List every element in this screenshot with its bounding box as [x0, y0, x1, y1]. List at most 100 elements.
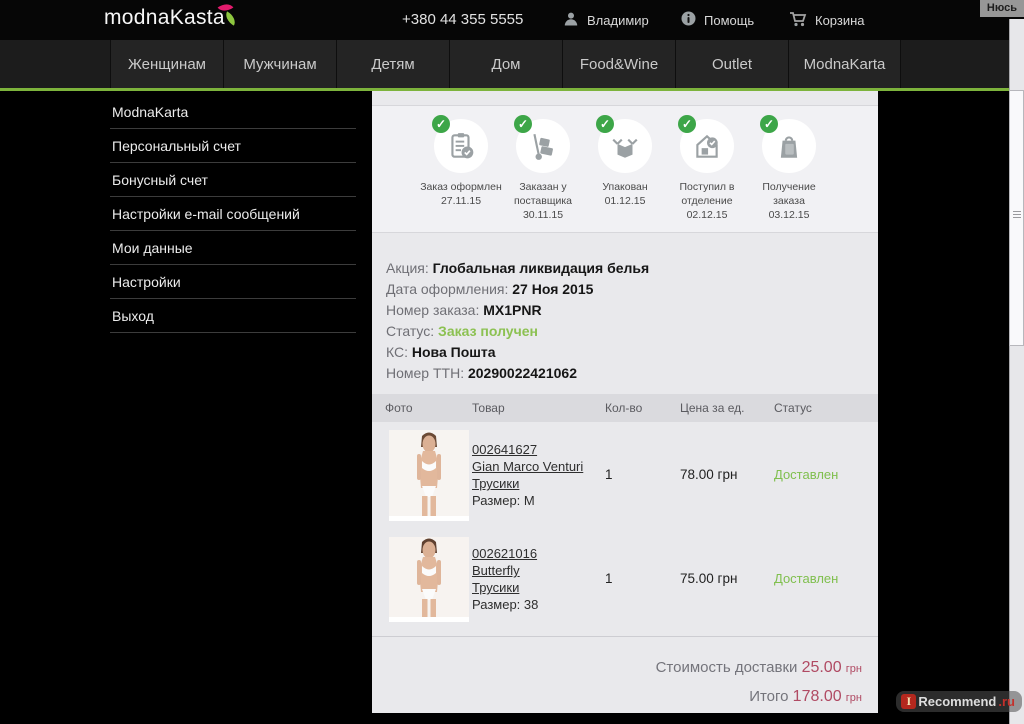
carrier-value: Нова Пошта — [411, 343, 496, 360]
help-menu[interactable]: Помощь — [681, 0, 754, 40]
order-details: Акция: Глобальная ликвидация белья Дата … — [372, 233, 878, 381]
grand-total-value: 178.00 — [792, 687, 842, 705]
sidebar-item-modnakarta[interactable]: ModnaKarta — [110, 95, 356, 129]
order-note-icon: ✓ — [432, 115, 488, 173]
step-date: 02.12.15 — [686, 209, 728, 222]
ttn-label: Номер ТТН: — [386, 364, 465, 381]
product-size: Размер: M — [472, 493, 535, 509]
account-sidebar: ModnaKarta Персональный счет Бонусный сч… — [110, 95, 356, 333]
shopping-bag-icon: ✓ — [760, 115, 816, 173]
watermark-icon: I — [901, 694, 917, 709]
product-sku-link[interactable]: 002621016 — [472, 546, 597, 561]
order-progress-tracker: ✓ Заказ оформлен 27.11.15 ✓ Заказан у по… — [372, 105, 878, 233]
items-table-header: Фото Товар Кол-во Цена за ед. Статус — [372, 393, 878, 422]
status-label: Статус: — [386, 322, 435, 339]
step-date: 30.11.15 — [522, 209, 564, 222]
tracker-step-ordered-from-supplier: ✓ Заказан у поставщика 30.11.15 — [502, 115, 584, 223]
product-status: Доставлен — [774, 467, 839, 483]
order-date-label: Дата оформления: — [386, 280, 509, 297]
product-photo[interactable] — [389, 536, 469, 622]
sidebar-item-logout[interactable]: Выход — [110, 299, 356, 333]
product-qty: 1 — [605, 571, 613, 587]
step-check-icon: ✓ — [760, 115, 778, 133]
info-icon — [681, 11, 696, 29]
tracker-step-packed: ✓ Упакован 01.12.15 — [584, 115, 666, 223]
order-number-value: MX1PNR — [483, 301, 542, 318]
step-title: Заказ оформлен — [420, 181, 502, 193]
ttn-value: 20290022421062 — [467, 364, 577, 381]
tracker-step-arrived-at-branch: ✓ Поступил в отделение 02.12.15 — [666, 115, 748, 223]
col-price: Цена за ед. — [680, 400, 745, 415]
status-value: Заказ получен — [438, 322, 538, 339]
step-title: Заказан у поставщика — [513, 181, 573, 208]
tracker-step-pickup: ✓ Получение заказа 03.12.15 — [748, 115, 830, 223]
delivery-cost-label: Стоимость доставки — [655, 658, 798, 676]
product-sku-link[interactable]: 002641627 — [472, 442, 597, 457]
user-menu[interactable]: Владимир — [563, 0, 649, 40]
cart-label: Корзина — [815, 12, 865, 28]
warehouse-check-icon: ✓ — [678, 115, 734, 173]
sidebar-item-bonus-account[interactable]: Бонусный счет — [110, 163, 356, 197]
step-date: 27.11.15 — [440, 195, 482, 208]
help-label: Помощь — [704, 12, 755, 28]
order-totals: Стоимость доставки 25.00 грн Итого 178.0… — [372, 635, 878, 706]
logo[interactable]: modnaKasta — [104, 6, 225, 30]
product-brand-link[interactable]: Butterfly — [472, 563, 597, 578]
step-date: 01.12.15 — [604, 195, 646, 208]
grand-total-label: Итого — [749, 687, 789, 705]
step-title: Получение заказа — [762, 181, 816, 208]
product-name-link[interactable]: Трусики — [472, 476, 597, 491]
user-icon — [563, 11, 579, 30]
col-photo: Фото — [385, 400, 413, 415]
step-check-icon: ✓ — [432, 115, 450, 133]
product-qty: 1 — [605, 467, 613, 483]
product-photo[interactable] — [389, 429, 469, 521]
open-box-icon: ✓ — [596, 115, 652, 173]
watermark: I Recommend .ru — [896, 691, 1022, 712]
nav-item-home[interactable]: Дом — [449, 40, 562, 88]
watermark-tld: .ru — [998, 694, 1015, 709]
sidebar-item-my-data[interactable]: Мои данные — [110, 231, 356, 265]
order-date-value: 27 Ноя 2015 — [512, 280, 594, 297]
nav-item-men[interactable]: Мужчинам — [223, 40, 336, 88]
col-status: Статус — [774, 400, 812, 415]
watermark-name: Recommend — [918, 694, 997, 709]
nav-item-foodwine[interactable]: Food&Wine — [562, 40, 675, 88]
table-row: 002621016 Butterfly Трусики Размер: 38 1… — [372, 529, 878, 630]
user-name: Владимир — [587, 12, 649, 28]
nav-item-outlet[interactable]: Outlet — [675, 40, 788, 88]
cart-menu[interactable]: Корзина — [789, 0, 865, 40]
product-brand-link[interactable]: Gian Marco Venturi — [472, 459, 597, 474]
top-bar: modnaKasta +380 44 355 5555 Владимир Пом… — [0, 0, 1024, 40]
step-check-icon: ✓ — [678, 115, 696, 133]
nav-item-modnakarta[interactable]: ModnaKarta — [788, 40, 901, 88]
scrollbar-grip-icon — [1013, 211, 1021, 220]
sidebar-item-settings[interactable]: Настройки — [110, 265, 356, 299]
grand-total-currency: грн — [845, 691, 862, 704]
table-row: 002641627 Gian Marco Venturi Трусики Раз… — [372, 422, 878, 529]
step-title: Упакован — [602, 181, 648, 193]
step-date: 03.12.15 — [768, 209, 810, 222]
step-check-icon: ✓ — [596, 115, 614, 133]
carrier-label: КС: — [386, 343, 408, 360]
order-panel: ✓ Заказ оформлен 27.11.15 ✓ Заказан у по… — [372, 91, 878, 713]
sidebar-item-personal-account[interactable]: Персональный счет — [110, 129, 356, 163]
sidebar-item-email-settings[interactable]: Настройки e-mail сообщений — [110, 197, 356, 231]
handtruck-icon: ✓ — [514, 115, 570, 173]
scrollbar-thumb[interactable] — [1009, 90, 1024, 346]
delivery-cost-currency: грн — [845, 662, 862, 675]
step-title: Поступил в отделение — [679, 181, 735, 208]
nav-item-women[interactable]: Женщинам — [110, 40, 223, 88]
col-product: Товар — [472, 400, 505, 415]
promo-value: Глобальная ликвидация белья — [432, 259, 650, 276]
overlay-tab[interactable]: Нюсь — [979, 0, 1024, 17]
product-price: 75.00 грн — [680, 571, 738, 587]
col-qty: Кол-во — [605, 400, 643, 415]
product-price: 78.00 грн — [680, 467, 738, 483]
order-number-label: Номер заказа: — [386, 301, 480, 318]
product-name-link[interactable]: Трусики — [472, 580, 597, 595]
nav-item-kids[interactable]: Детям — [336, 40, 449, 88]
cart-icon — [789, 11, 807, 30]
product-size: Размер: 38 — [472, 597, 539, 613]
product-status: Доставлен — [774, 571, 839, 587]
